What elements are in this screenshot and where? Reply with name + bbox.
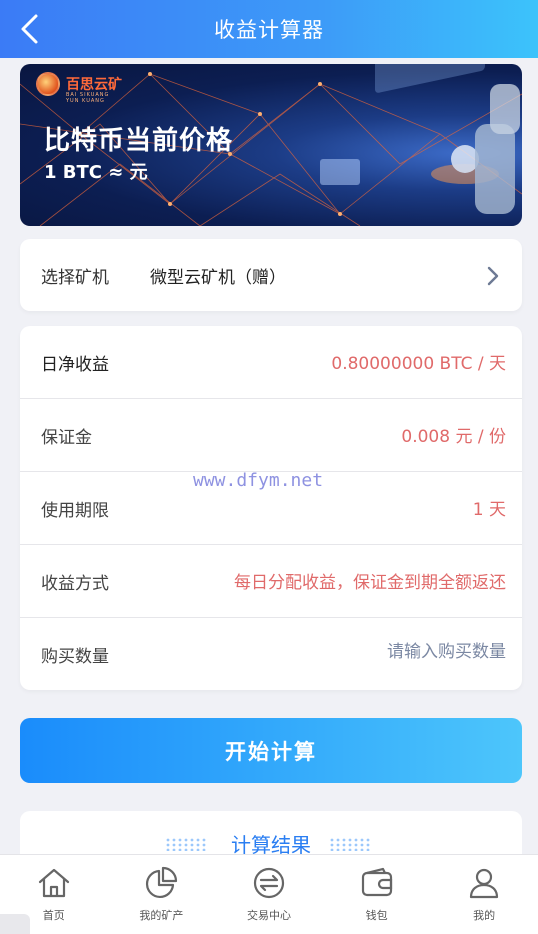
income-method-label: 收益方式 [41, 574, 109, 594]
tab-profile[interactable]: 我的 [430, 855, 538, 934]
quantity-label: 购买数量 [41, 647, 109, 667]
logo-text: 百思云矿 [66, 77, 122, 93]
term-row: 使用期限 1 天 [20, 472, 522, 545]
tab-exchange[interactable]: 交易中心 [215, 855, 323, 934]
miner-info-card: 日净收益 0.80000000 BTC / 天 保证金 0.008 元 / 份 … [20, 326, 522, 690]
logo-subtext: BAI SIKUANG YUN KUANG [66, 92, 110, 104]
chevron-left-icon[interactable] [14, 11, 48, 47]
bottom-tab-bar: 首页 我的矿产 交易中心 钱包 我的 [0, 854, 538, 934]
miner-select-label: 选择矿机 [41, 267, 109, 288]
quantity-row: 购买数量 [20, 618, 522, 690]
tab-label: 交易中心 [246, 909, 291, 922]
deposit-label: 保证金 [41, 428, 92, 448]
tab-my-mining[interactable]: 我的矿产 [108, 855, 216, 934]
term-value: 1 天 [472, 500, 506, 520]
miner-select-value: 微型云矿机（赠） [150, 267, 286, 288]
pie-chart-icon [146, 866, 178, 898]
tab-label: 首页 [42, 909, 65, 922]
price-banner: 百思云矿 BAI SIKUANG YUN KUANG 比特币当前价格 1 BTC… [20, 64, 522, 226]
quantity-input[interactable] [246, 632, 506, 672]
wallet-icon [361, 867, 392, 897]
logo-mark-icon [36, 72, 60, 96]
exchange-icon [253, 867, 285, 899]
tab-label: 我的 [473, 909, 496, 922]
chevron-right-icon [487, 266, 499, 286]
corner-handle [0, 914, 30, 934]
start-calculate-button[interactable]: 开始计算 [20, 718, 522, 783]
btc-price: 1 BTC ≈ 元 [44, 162, 148, 183]
top-bar: 收益计算器 [0, 0, 538, 58]
dots-decoration-icon [330, 838, 370, 851]
daily-income-row: 日净收益 0.80000000 BTC / 天 [20, 326, 522, 399]
daily-income-label: 日净收益 [41, 355, 109, 375]
tab-wallet[interactable]: 钱包 [323, 855, 431, 934]
page-title: 收益计算器 [214, 18, 324, 42]
user-icon [470, 868, 499, 899]
home-icon [38, 868, 69, 898]
tab-label: 钱包 [365, 909, 388, 922]
banner-headline: 比特币当前价格 [44, 126, 234, 156]
daily-income-value: 0.80000000 BTC / 天 [331, 354, 506, 374]
term-label: 使用期限 [41, 501, 109, 521]
deposit-value: 0.008 元 / 份 [401, 427, 506, 447]
tab-label: 我的矿产 [139, 909, 184, 922]
miner-select[interactable]: 选择矿机 微型云矿机（赠） [20, 239, 522, 311]
brand-logo: 百思云矿 BAI SIKUANG YUN KUANG [36, 72, 122, 104]
income-method-row: 收益方式 每日分配收益，保证金到期全额返还 [20, 545, 522, 618]
income-method-value: 每日分配收益，保证金到期全额返还 [234, 573, 506, 593]
deposit-row: 保证金 0.008 元 / 份 [20, 399, 522, 472]
